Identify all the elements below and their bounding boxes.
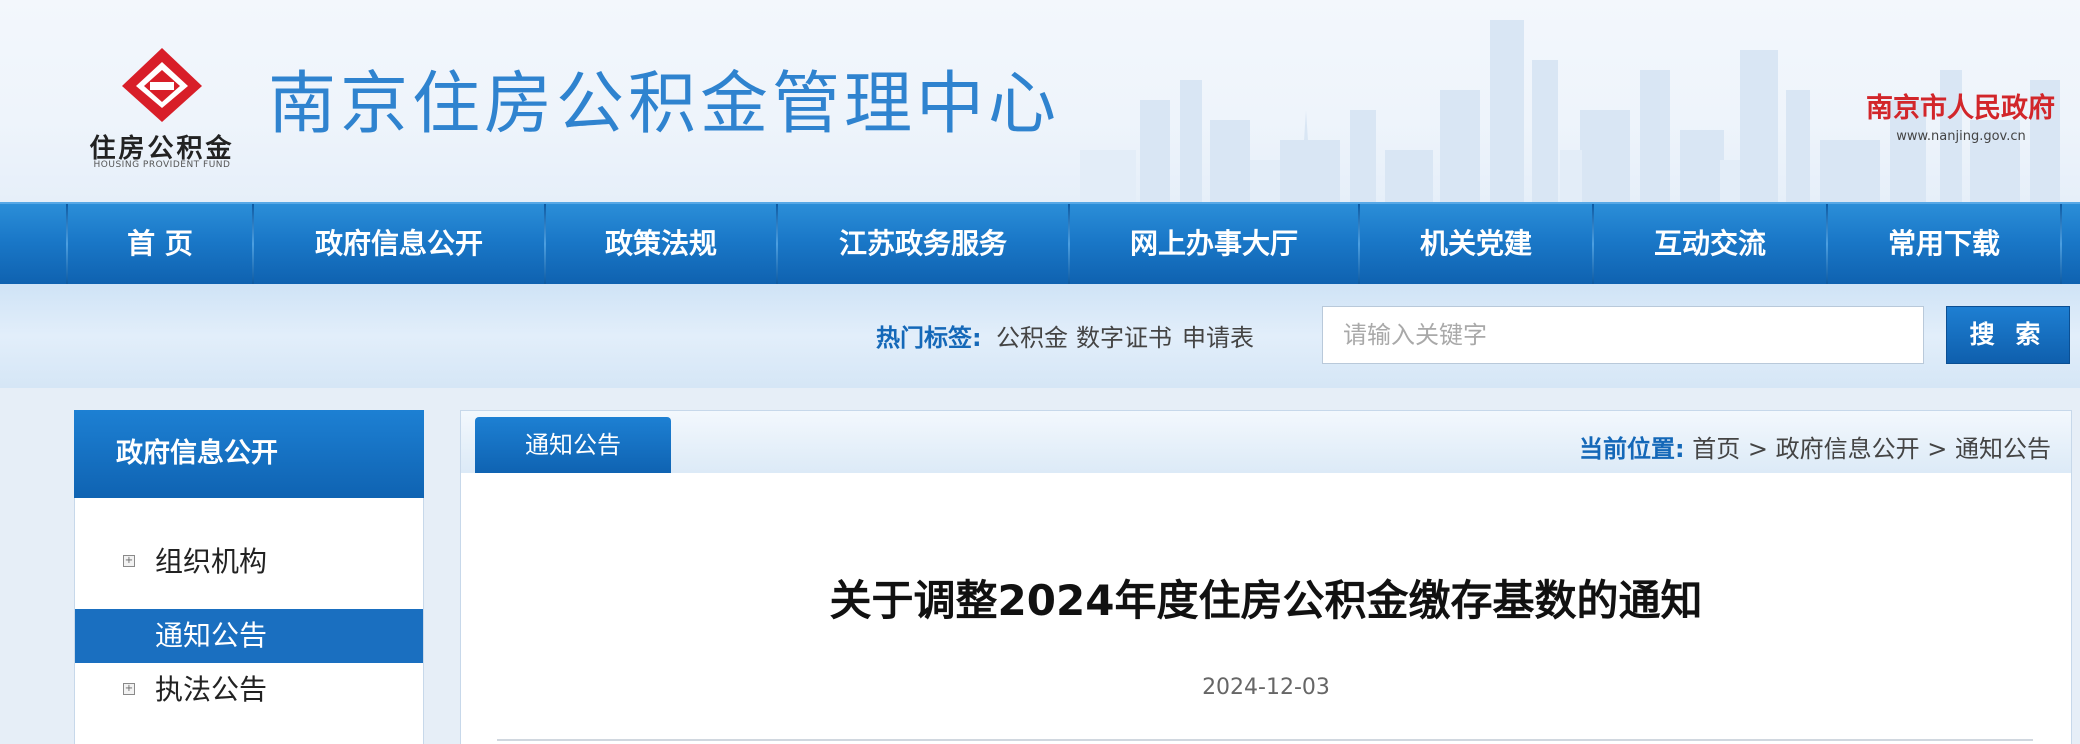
site-header: 住房公积金 HOUSING PROVIDENT FUND 南京住房公积金管理中心… (0, 0, 2080, 202)
hot-tag-link[interactable]: 申请表 (1182, 318, 1254, 353)
article-panel-header: 通知公告 当前位置: 首页 > 政府信息公开 > 通知公告 (461, 411, 2071, 473)
nav-item-interaction[interactable]: 互动交流 (1594, 204, 1826, 284)
breadcrumb: 当前位置: 首页 > 政府信息公开 > 通知公告 (1579, 429, 2051, 464)
breadcrumb-label: 当前位置: (1578, 435, 1685, 463)
article-date: 2024-12-03 (1202, 675, 1330, 700)
sidebar-item-label: 执法公告 (155, 673, 268, 706)
expand-icon: + (123, 683, 135, 695)
article-panel: 通知公告 当前位置: 首页 > 政府信息公开 > 通知公告 关于调整2024年度… (460, 410, 2072, 744)
nav-item-policy[interactable]: 政策法规 (546, 204, 776, 284)
main-nav: 首 页 政府信息公开 政策法规 江苏政务服务 网上办事大厅 机关党建 互动交流 … (0, 202, 2080, 284)
sidebar-item-label: 通知公告 (155, 619, 268, 652)
nav-item-party-building[interactable]: 机关党建 (1360, 204, 1592, 284)
breadcrumb-link-home[interactable]: 首页 (1692, 435, 1740, 463)
nav-separator (2060, 204, 2062, 284)
gov-name: 南京市人民政府 (1866, 93, 2055, 124)
housing-fund-logo[interactable]: 住房公积金 HOUSING PROVIDENT FUND (82, 46, 242, 172)
sidebar-item-enforcement[interactable]: + 执法公告 (75, 663, 423, 717)
search-button[interactable]: 搜 索 (1946, 306, 2070, 364)
tab-notices[interactable]: 通知公告 (475, 417, 671, 473)
sidebar-item-organization[interactable]: + 组织机构 (75, 535, 423, 589)
search-input[interactable] (1322, 306, 1924, 364)
gov-url: www.nanjing.gov.cn (1896, 129, 2026, 144)
hot-tag-link[interactable]: 公积金 (996, 318, 1068, 353)
article-title: 关于调整2024年度住房公积金缴存基数的通知 (829, 576, 1703, 625)
nav-item-downloads[interactable]: 常用下载 (1828, 204, 2060, 284)
sidebar-item-label: 组织机构 (155, 545, 268, 578)
sidebar-title: 政府信息公开 (74, 410, 424, 498)
nav-item-home[interactable]: 首 页 (68, 204, 252, 284)
breadcrumb-separator: > (1927, 435, 1948, 463)
site-title: 南京住房公积金管理中心 (268, 65, 1061, 144)
expand-icon: + (123, 555, 135, 567)
hot-tags-label: 热门标签: (876, 324, 982, 352)
breadcrumb-link-notices[interactable]: 通知公告 (1955, 435, 2051, 463)
logo-text-en: HOUSING PROVIDENT FUND (93, 160, 231, 170)
nav-item-gov-info[interactable]: 政府信息公开 (254, 204, 544, 284)
housing-fund-logo-icon (122, 48, 202, 122)
nav-item-online-hall[interactable]: 网上办事大厅 (1070, 204, 1358, 284)
breadcrumb-link-gov-info[interactable]: 政府信息公开 (1776, 435, 1920, 463)
hot-tag-link[interactable]: 数字证书 (1076, 318, 1172, 353)
nanjing-gov-link[interactable]: 南京市人民政府 www.nanjing.gov.cn (1866, 86, 2066, 146)
nav-item-jiangsu-service[interactable]: 江苏政务服务 (778, 204, 1068, 284)
sidebar-item-notices[interactable]: 通知公告 (75, 609, 423, 663)
breadcrumb-separator: > (1747, 435, 1768, 463)
divider (497, 739, 2033, 741)
sidebar: 政府信息公开 + 组织机构 通知公告 + 执法公告 (74, 410, 424, 744)
